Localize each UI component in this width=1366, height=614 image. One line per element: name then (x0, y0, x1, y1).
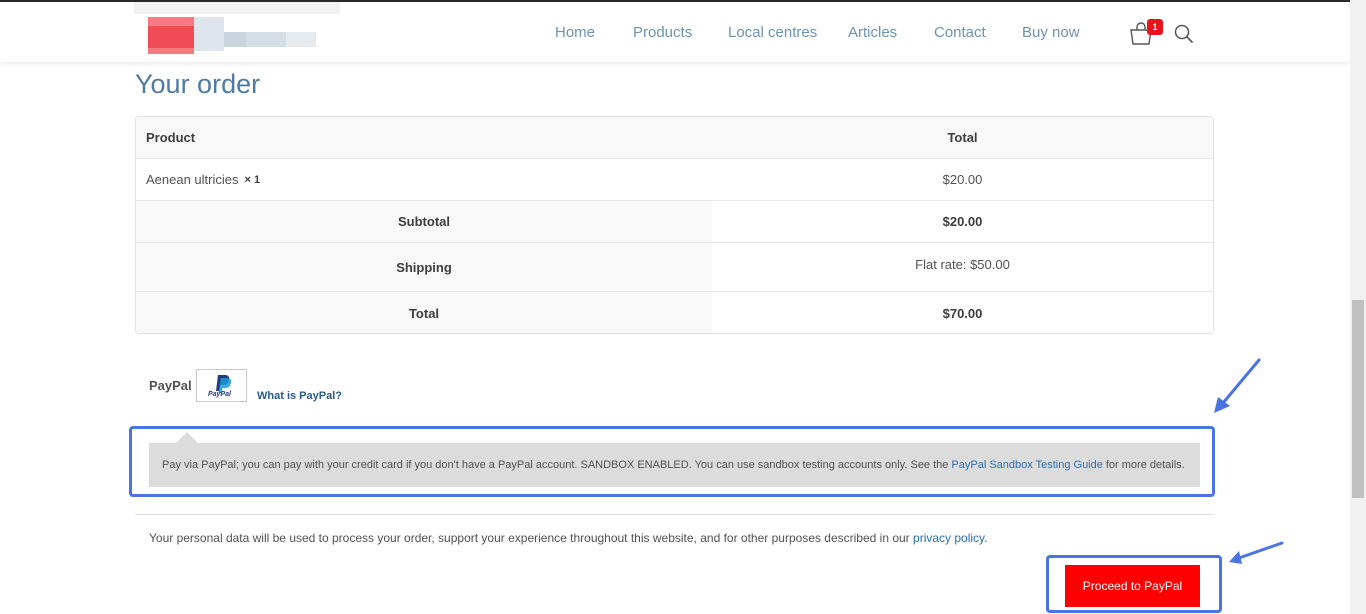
nav-buy-now[interactable]: Buy now (1022, 24, 1080, 41)
paypal-logo: PayPal (196, 369, 247, 402)
nav-contact[interactable]: Contact (934, 24, 986, 41)
privacy-policy-link[interactable]: privacy policy (913, 531, 984, 545)
total-value: $70.00 (712, 292, 1213, 333)
total-label: Total (136, 292, 712, 333)
shipping-value: Flat rate: $50.00 (712, 243, 1213, 291)
header-product: Product (146, 130, 196, 145)
total-row: Total $70.00 (136, 292, 1213, 333)
item-total: $20.00 (942, 172, 983, 187)
item-quantity: × 1 (244, 173, 261, 186)
subtotal-label: Subtotal (136, 201, 712, 242)
annotation-arrow-icon (1214, 358, 1261, 413)
paypal-logo-text: PayPal (208, 391, 231, 398)
table-header-row: Product Total (136, 117, 1213, 159)
subtotal-value: $20.00 (712, 201, 1213, 242)
section-divider (135, 514, 1214, 515)
paypal-description-end: for more details. (1105, 459, 1185, 471)
site-header: Home Products Local centres Articles Con… (0, 2, 1350, 62)
payment-box-caret (176, 432, 198, 443)
scrollbar-thumb[interactable] (1352, 300, 1364, 498)
header-total: Total (947, 130, 978, 145)
paypal-description-text: Pay via PayPal; you can pay with your cr… (162, 459, 949, 471)
payment-method-paypal-label[interactable]: PayPal (149, 378, 192, 393)
search-icon[interactable] (1173, 23, 1195, 45)
paypal-p-icon (216, 375, 232, 393)
privacy-notice: Your personal data will be used to proce… (149, 531, 988, 545)
privacy-text: Your personal data will be used to proce… (149, 531, 910, 545)
annotation-arrow-icon (1229, 541, 1284, 564)
nav-products[interactable]: Products (633, 24, 692, 41)
item-name: Aenean ultricies (146, 172, 239, 187)
sandbox-testing-guide-link[interactable]: PayPal Sandbox Testing Guide (951, 459, 1102, 471)
cart-count-badge: 1 (1147, 19, 1163, 35)
nav-home[interactable]: Home (555, 24, 595, 41)
subtotal-row: Subtotal $20.00 (136, 201, 1213, 243)
page-title: Your order (135, 69, 261, 99)
shipping-row: Shipping Flat rate: $50.00 (136, 243, 1213, 292)
proceed-to-paypal-button[interactable]: Proceed to PayPal (1065, 565, 1200, 607)
order-review-table: Product Total Aenean ultricies × 1 $20.0… (135, 116, 1214, 334)
nav-local-centres[interactable]: Local centres (728, 24, 817, 41)
privacy-period: . (984, 531, 988, 545)
item-cell: Aenean ultricies × 1 (136, 159, 712, 200)
shipping-label: Shipping (136, 243, 712, 291)
paypal-description-box: Pay via PayPal; you can pay with your cr… (149, 443, 1200, 487)
nav-articles[interactable]: Articles (848, 24, 897, 41)
site-logo[interactable] (134, 2, 340, 54)
table-row: Aenean ultricies × 1 $20.00 (136, 159, 1213, 201)
what-is-paypal-link[interactable]: What is PayPal? (257, 390, 342, 402)
